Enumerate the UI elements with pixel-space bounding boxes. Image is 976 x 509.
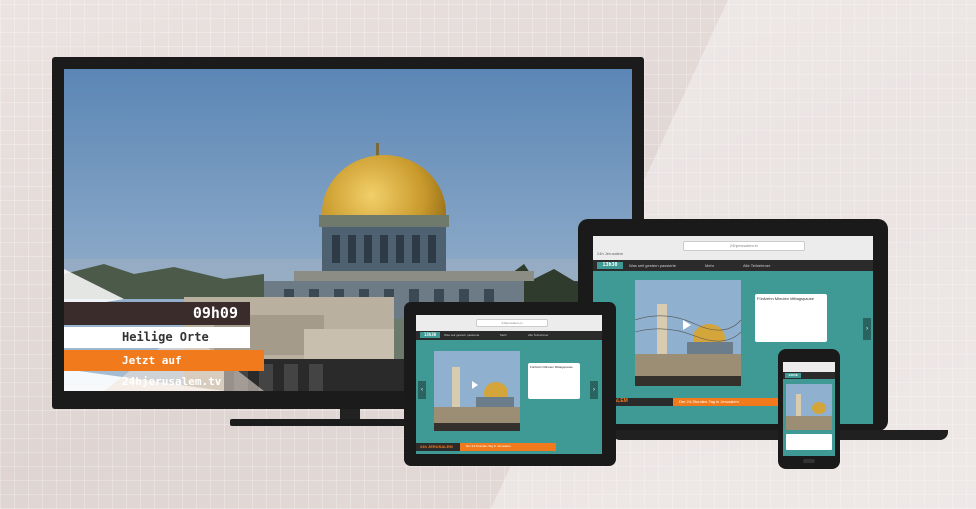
tablet-video-player[interactable]	[434, 351, 520, 431]
address-bar[interactable]: 24hjerusalem.tv	[683, 241, 805, 251]
phone-screen: 13h30	[783, 362, 835, 456]
tablet-browser-chrome: 24hjerusalem.tv	[416, 315, 602, 331]
phone-info-card[interactable]	[786, 434, 832, 450]
promo-link[interactable]: Jetzt auf 24hjerusalem.tv	[64, 350, 264, 388]
phone-site-nav: 13h30	[783, 372, 835, 379]
info-card-text: Fünfzehn Minuten Mittagspause	[757, 296, 814, 301]
phone-home-button[interactable]	[803, 459, 815, 463]
tablet-nav-recap[interactable]: Was seit gestern passierte	[444, 332, 479, 339]
tablet-device: 24hjerusalem.tv 13h30 Was seit gestern p…	[404, 302, 616, 466]
tablet-play-icon[interactable]	[472, 381, 478, 389]
browser-chrome: 24hjerusalem.tv 24h Jerusalem	[593, 236, 873, 260]
video-player[interactable]	[635, 280, 741, 386]
tablet-video-thumbnail	[434, 351, 520, 431]
info-card[interactable]: Fünfzehn Minuten Mittagspause	[755, 294, 827, 342]
next-arrow-icon[interactable]: ›	[863, 318, 871, 340]
browser-tab[interactable]: 24h Jerusalem	[597, 251, 623, 256]
tablet-site-logo[interactable]: 13h30	[420, 332, 440, 338]
phone-video-thumbnail	[786, 384, 832, 430]
tablet-next-arrow-icon[interactable]: ›	[590, 381, 598, 399]
tablet-screen: 24hjerusalem.tv 13h30 Was seit gestern p…	[416, 315, 602, 454]
tablet-address-bar[interactable]: 24hjerusalem.tv	[476, 319, 548, 327]
news-ticker[interactable]: Der 24-Stunden-Tag in Jerusalem	[673, 398, 781, 406]
tablet-info-card[interactable]: Fünfzehn Minuten Mittagspause	[528, 363, 580, 399]
site-nav: 13h30 Was seit gestern passierte Mehr Al…	[593, 260, 873, 271]
laptop-device: 24hjerusalem.tv 24h Jerusalem 13h30 Was …	[578, 219, 888, 431]
tablet-news-ticker[interactable]: Der 24-Stunden-Tag in Jerusalem	[460, 443, 556, 451]
video-thumbnail	[635, 280, 741, 386]
tablet-nav-more[interactable]: Mehr	[500, 332, 507, 339]
play-icon[interactable]	[683, 320, 691, 330]
show-title: Heilige Orte	[64, 327, 250, 348]
phone-video-player[interactable]	[786, 384, 832, 430]
tablet-nav-participants[interactable]: Alle Teilnehmer	[528, 332, 548, 339]
nav-item-more[interactable]: Mehr	[705, 262, 714, 269]
tablet-info-card-text: Fünfzehn Minuten Mittagspause	[530, 365, 573, 369]
phone-browser-chrome	[783, 362, 835, 372]
phone-site-logo[interactable]: 13h30	[785, 373, 801, 378]
tablet-prev-arrow-icon[interactable]: ‹	[418, 381, 426, 399]
site-logo[interactable]: 13h30	[597, 262, 623, 269]
tablet-site-nav: 13h30 Was seit gestern passierte Mehr Al…	[416, 331, 602, 340]
clock-time: 09h09	[64, 302, 250, 325]
nav-item-recap[interactable]: Was seit gestern passierte	[629, 262, 676, 269]
nav-item-participants[interactable]: Alle Teilnehmer	[743, 262, 770, 269]
phone-device: 13h30	[778, 349, 840, 469]
tablet-brand-strip: 24h JERUSALEM	[416, 443, 460, 451]
